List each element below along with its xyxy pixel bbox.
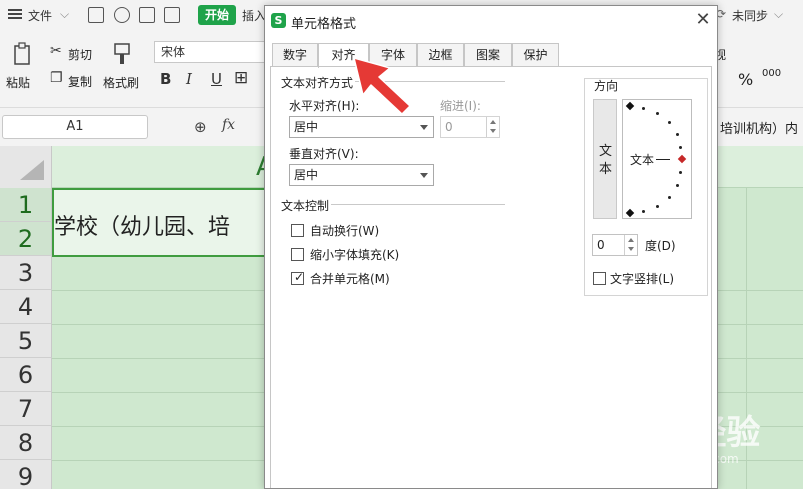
indent-stepper[interactable]: 0 bbox=[440, 116, 500, 138]
tab-pattern[interactable]: 图案 bbox=[464, 43, 512, 67]
vertical-text-option[interactable]: 文 本 bbox=[593, 99, 617, 219]
zoom-icon[interactable]: ⊕ bbox=[194, 118, 207, 136]
scissors-icon[interactable]: ✂ bbox=[50, 43, 62, 59]
indent-label: 缩进(I): bbox=[440, 99, 481, 113]
stepper-down-icon[interactable] bbox=[490, 129, 496, 133]
dial-marker bbox=[656, 112, 659, 115]
dial-marker bbox=[656, 205, 659, 208]
merged-cell-text: 学校（幼儿园、培 bbox=[54, 215, 231, 240]
stepper-up-icon[interactable] bbox=[490, 120, 496, 124]
dial-marker bbox=[668, 121, 671, 124]
menu-icon[interactable] bbox=[8, 7, 22, 23]
wrap-text-checkbox[interactable] bbox=[291, 224, 304, 237]
vertical-align-value: 居中 bbox=[294, 168, 319, 182]
chevron-down-icon[interactable]: ⌵ bbox=[774, 7, 783, 22]
dialog-title-bar[interactable]: S 单元格格式 ✕ bbox=[265, 6, 717, 36]
print-icon[interactable] bbox=[139, 7, 155, 23]
horizontal-align-value: 居中 bbox=[294, 120, 319, 134]
alignment-group-label: 文本对齐方式 bbox=[281, 74, 356, 91]
paste-button[interactable]: 粘贴 bbox=[6, 74, 30, 91]
fx-label[interactable]: fx bbox=[222, 117, 235, 133]
row-header[interactable]: 4 bbox=[0, 290, 52, 324]
select-all-triangle bbox=[20, 160, 44, 180]
dial-needle bbox=[656, 159, 670, 160]
dial-marker bbox=[668, 196, 671, 199]
name-box[interactable]: A1 bbox=[2, 115, 148, 139]
vertical-align-select[interactable]: 居中 bbox=[289, 164, 434, 186]
vertical-text-checkbox[interactable] bbox=[593, 272, 606, 285]
dial-marker bbox=[679, 146, 682, 149]
row-header[interactable]: 1 bbox=[0, 188, 52, 222]
format-painter-button[interactable]: 格式刷 bbox=[103, 74, 139, 91]
format-cells-dialog: S 单元格格式 ✕ 数字 对齐 字体 边框 图案 保护 文本对齐方式 水平对齐(… bbox=[264, 5, 718, 489]
italic-icon[interactable]: I bbox=[186, 70, 192, 88]
close-icon[interactable]: ✕ bbox=[693, 10, 713, 30]
save-icon[interactable] bbox=[88, 7, 104, 23]
dial-marker bbox=[642, 210, 645, 213]
row-header[interactable]: 7 bbox=[0, 392, 52, 426]
copy-button[interactable]: 复制 bbox=[68, 73, 92, 90]
red-arrow-annotation bbox=[353, 57, 411, 115]
format-painter-icon[interactable] bbox=[111, 42, 133, 70]
chevron-down-icon bbox=[420, 173, 428, 178]
dial-marker bbox=[676, 184, 679, 187]
stepper-up-icon[interactable] bbox=[628, 238, 634, 242]
tab-number[interactable]: 数字 bbox=[272, 43, 318, 67]
underline-icon[interactable]: U bbox=[211, 70, 222, 88]
stepper-buttons[interactable] bbox=[486, 117, 499, 137]
row-header[interactable]: 2 bbox=[0, 222, 52, 256]
stepper-down-icon[interactable] bbox=[628, 247, 634, 251]
vertical-text-char: 本 bbox=[599, 162, 613, 177]
cloud-icon[interactable] bbox=[114, 7, 130, 23]
degrees-label: 度(D) bbox=[645, 239, 676, 253]
paste-icon[interactable] bbox=[12, 42, 32, 70]
file-menu[interactable]: 文件 bbox=[28, 7, 52, 24]
dialog-title: 单元格格式 bbox=[291, 17, 357, 32]
row-header[interactable]: 5 bbox=[0, 324, 52, 358]
wrap-text-label[interactable]: 自动换行(W) bbox=[310, 222, 379, 239]
stepper-buttons[interactable] bbox=[624, 235, 637, 255]
bold-icon[interactable]: B bbox=[160, 70, 171, 88]
degrees-value: 0 bbox=[597, 238, 605, 252]
degrees-stepper[interactable]: 0 bbox=[592, 234, 638, 256]
dial-marker bbox=[679, 171, 682, 174]
shrink-to-fit-checkbox[interactable] bbox=[291, 248, 304, 261]
horizontal-align-label: 水平对齐(H): bbox=[289, 99, 360, 113]
row-header[interactable]: 3 bbox=[0, 256, 52, 290]
row-header[interactable]: 6 bbox=[0, 358, 52, 392]
checkmark-icon: ✓ bbox=[294, 270, 305, 284]
thousands-button[interactable]: 000 bbox=[762, 68, 781, 79]
formula-content[interactable]: 培训机构）内 bbox=[720, 118, 798, 137]
tab-border[interactable]: 边框 bbox=[417, 43, 464, 67]
dial-marker bbox=[676, 133, 679, 136]
vertical-text-char: 文 bbox=[599, 144, 613, 159]
indent-value: 0 bbox=[445, 120, 453, 134]
border-icon[interactable]: ⊞ bbox=[234, 68, 248, 88]
wps-logo-icon: S bbox=[271, 13, 286, 28]
row-header[interactable]: 9 bbox=[0, 460, 52, 489]
cut-button[interactable]: 剪切 bbox=[68, 46, 92, 63]
sync-status[interactable]: 未同步 bbox=[732, 7, 768, 24]
shrink-to-fit-label[interactable]: 缩小字体填充(K) bbox=[310, 246, 399, 263]
vertical-text-label[interactable]: 文字竖排(L) bbox=[610, 270, 674, 287]
chevron-down-icon bbox=[420, 125, 428, 130]
row-header[interactable]: 8 bbox=[0, 426, 52, 460]
copy-icon[interactable]: ❐ bbox=[50, 70, 63, 86]
vertical-align-label: 垂直对齐(V): bbox=[289, 147, 359, 161]
tab-start[interactable]: 开始 bbox=[198, 5, 236, 25]
print-preview-icon[interactable] bbox=[164, 7, 180, 23]
dial-marker bbox=[642, 107, 645, 110]
dial-text: 文本 bbox=[630, 153, 655, 167]
tab-insert[interactable]: 插入 bbox=[242, 7, 266, 24]
text-control-group-label: 文本控制 bbox=[281, 197, 332, 214]
tab-protection[interactable]: 保护 bbox=[512, 43, 559, 67]
percent-button[interactable]: % bbox=[738, 70, 753, 89]
chevron-down-icon[interactable]: ⌵ bbox=[60, 7, 69, 22]
horizontal-align-select[interactable]: 居中 bbox=[289, 116, 434, 138]
merge-cells-label[interactable]: 合并单元格(M) bbox=[310, 270, 390, 287]
merge-cells-checkbox[interactable]: ✓ bbox=[291, 270, 305, 285]
font-name-select[interactable]: 宋体 bbox=[154, 41, 274, 63]
